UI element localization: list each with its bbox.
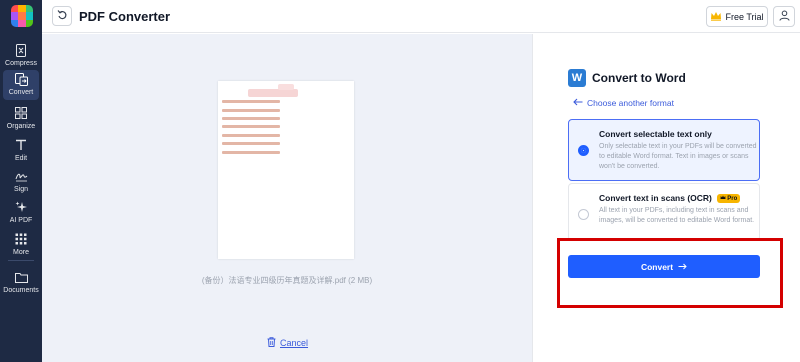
page-title: PDF Converter bbox=[79, 9, 171, 24]
thumbnail-heading-mark bbox=[278, 84, 294, 90]
option-title: Convert text in scans (OCR) bbox=[599, 193, 712, 203]
text-edit-icon bbox=[14, 138, 28, 152]
radio-unselected[interactable] bbox=[578, 209, 589, 220]
pdf-page-thumbnail bbox=[218, 81, 354, 259]
arrow-right-icon bbox=[678, 262, 687, 272]
compress-icon bbox=[14, 43, 28, 57]
panel-title: Convert to Word bbox=[592, 71, 686, 85]
option-title-row: Convert text in scans (OCR) Pro bbox=[599, 193, 741, 203]
free-trial-button[interactable]: Free Trial bbox=[706, 6, 768, 27]
sidebar-item-edit[interactable]: Edit bbox=[3, 136, 39, 164]
sidebar-item-compress[interactable]: Compress bbox=[3, 41, 39, 69]
sidebar-item-documents[interactable]: Documents bbox=[3, 268, 39, 296]
thumbnail-text-line bbox=[222, 117, 280, 120]
app-logo[interactable] bbox=[11, 5, 33, 27]
sidebar-item-ai-pdf[interactable]: AI PDF bbox=[3, 198, 39, 226]
sparkle-icon bbox=[14, 200, 28, 214]
option-description: All text in your PDFs, including text in… bbox=[599, 207, 755, 224]
thumbnail-text-line bbox=[222, 134, 280, 137]
sidebar-divider bbox=[8, 260, 34, 261]
organize-icon bbox=[14, 106, 28, 120]
sidebar-item-label: Sign bbox=[13, 186, 28, 193]
convert-button[interactable]: Convert bbox=[568, 255, 760, 278]
option-title: Convert selectable text only bbox=[599, 129, 712, 139]
sidebar-item-label: AI PDF bbox=[9, 217, 33, 224]
sidebar-item-label: Edit bbox=[14, 155, 28, 162]
thumbnail-text-line bbox=[222, 142, 280, 145]
back-button[interactable] bbox=[52, 6, 72, 26]
sidebar-item-convert[interactable]: Convert bbox=[3, 70, 39, 100]
sidebar-item-label: More bbox=[13, 249, 29, 256]
choose-another-format-link[interactable]: Choose another format bbox=[573, 98, 674, 108]
pro-badge-label: Pro bbox=[727, 195, 738, 202]
convert-button-label: Convert bbox=[640, 261, 674, 272]
sidebar-item-label: Organize bbox=[6, 123, 36, 130]
document-preview-area: (备份）法语专业四级历年真题及详解.pdf (2 MB) Cancel bbox=[42, 34, 532, 362]
sidebar-item-label: Documents bbox=[3, 287, 39, 294]
convert-options-panel: W Convert to Word Choose another format … bbox=[532, 34, 800, 362]
sidebar-item-label: Compress bbox=[5, 60, 37, 67]
left-sidebar: Compress Convert Organize Edit Sign AI P… bbox=[0, 0, 42, 362]
folder-icon bbox=[14, 270, 28, 284]
cancel-label: Cancel bbox=[280, 338, 309, 348]
free-trial-label: Free Trial bbox=[725, 11, 764, 22]
sidebar-item-label: Convert bbox=[8, 89, 34, 96]
thumbnail-text-line bbox=[222, 151, 280, 154]
sidebar-item-organize[interactable]: Organize bbox=[3, 104, 39, 132]
thumbnail-text-line bbox=[222, 125, 280, 128]
grid-dots-icon bbox=[14, 232, 28, 246]
sidebar-item-sign[interactable]: Sign bbox=[3, 167, 39, 195]
trash-icon bbox=[267, 337, 276, 349]
thumbnail-text-line bbox=[222, 109, 280, 112]
option-description: Only selectable text in your PDFs will b… bbox=[599, 143, 757, 170]
cancel-link[interactable]: Cancel bbox=[267, 337, 308, 349]
option-ocr[interactable]: Convert text in scans (OCR) Pro All text… bbox=[568, 183, 760, 241]
radio-selected[interactable] bbox=[578, 145, 589, 156]
signature-icon bbox=[14, 169, 28, 183]
word-icon: W bbox=[568, 69, 586, 87]
arrow-left-icon bbox=[573, 98, 583, 108]
top-bar: PDF Converter Free Trial bbox=[42, 0, 800, 33]
sidebar-item-more[interactable]: More bbox=[3, 230, 39, 258]
choose-format-label: Choose another format bbox=[587, 98, 674, 108]
user-icon bbox=[779, 8, 790, 26]
file-name-label: (备份）法语专业四级历年真题及详解.pdf (2 MB) bbox=[201, 276, 373, 285]
option-selectable-text[interactable]: Convert selectable text only Only select… bbox=[568, 119, 760, 181]
pro-badge: Pro bbox=[717, 194, 741, 203]
crown-icon bbox=[710, 11, 722, 23]
convert-icon bbox=[14, 72, 28, 86]
thumbnail-text-line bbox=[222, 100, 280, 103]
crown-icon bbox=[720, 195, 726, 202]
undo-icon bbox=[57, 7, 68, 25]
thumbnail-heading bbox=[248, 89, 298, 97]
user-account-button[interactable] bbox=[773, 6, 795, 27]
